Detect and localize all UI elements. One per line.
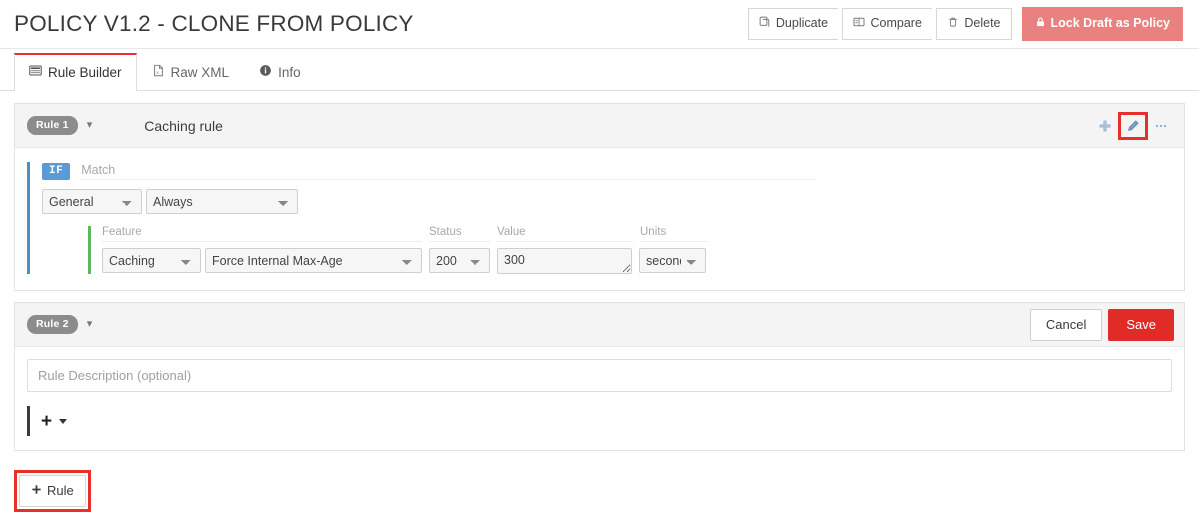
tab-rule-builder[interactable]: Rule Builder xyxy=(14,53,137,91)
units-label: Units xyxy=(640,226,708,242)
lock-button-label: Lock Draft as Policy xyxy=(1050,16,1171,31)
feature-category-select[interactable]: Caching xyxy=(102,248,201,273)
rule-2-badge: Rule 2 xyxy=(27,315,78,334)
lock-draft-as-policy-button[interactable]: Lock Draft as Policy xyxy=(1021,7,1183,41)
add-item-plus-icon[interactable]: + xyxy=(41,412,52,431)
condition-operator-select[interactable]: Always xyxy=(146,189,298,214)
add-rule-button[interactable]: Rule xyxy=(19,475,86,507)
plus-icon xyxy=(31,483,42,498)
rule-1-badge: Rule 1 xyxy=(27,116,78,135)
feature-status-select[interactable]: 200 xyxy=(429,248,490,273)
tab-info[interactable]: Info xyxy=(244,53,316,91)
feature-labels-row: Feature Status Value Units xyxy=(102,226,1172,242)
page-title: POLICY V1.2 - CLONE FROM POLICY xyxy=(14,11,414,36)
rule-1-title: Caching rule xyxy=(144,117,223,134)
rule-1-more-ellipsis-icon[interactable] xyxy=(1148,114,1174,138)
tab-info-label: Info xyxy=(278,64,301,80)
feature-value-input[interactable]: 300 xyxy=(497,248,632,274)
trash-icon xyxy=(947,16,959,31)
if-badge: IF xyxy=(42,162,71,180)
condition-scope-select[interactable]: General xyxy=(42,189,142,214)
feature-group: Feature Status Value Units Caching Force… xyxy=(88,226,1172,274)
lock-icon xyxy=(1035,16,1046,31)
feature-label: Feature xyxy=(102,226,422,242)
header-actions: Duplicate Compare Delete Lock Draft as P… xyxy=(747,7,1183,41)
rule-2-header: Rule 2 ▾ Cancel Save xyxy=(15,303,1184,347)
condition-controls-row: General Always xyxy=(42,189,1172,214)
add-rule-area: Rule xyxy=(0,462,1199,512)
delete-button[interactable]: Delete xyxy=(936,8,1012,40)
copy-icon xyxy=(759,16,771,31)
delete-button-label: Delete xyxy=(964,16,1001,31)
save-button[interactable]: Save xyxy=(1108,308,1174,341)
rule-builder-icon xyxy=(29,64,42,80)
duplicate-button[interactable]: Duplicate xyxy=(747,8,839,40)
rule-1-body: IF Match General Always Feature Status V… xyxy=(15,148,1184,290)
match-label: Match xyxy=(81,163,817,180)
status-label: Status xyxy=(429,226,490,242)
rules-content: Rule 1 ▾ Caching rule IF Match General A… xyxy=(0,91,1199,451)
if-label-row: IF Match xyxy=(42,162,1172,180)
page-header: POLICY V1.2 - CLONE FROM POLICY Duplicat… xyxy=(0,0,1199,49)
add-rule-button-label: Rule xyxy=(47,483,74,498)
rule-2-collapse-chevron-down-icon[interactable]: ▾ xyxy=(87,319,93,330)
rule-card-2: Rule 2 ▾ Cancel Save + xyxy=(14,302,1185,451)
tab-raw-xml[interactable]: x Raw XML xyxy=(137,53,245,91)
feature-action-select[interactable]: Force Internal Max-Age xyxy=(205,248,422,273)
compare-button[interactable]: Compare xyxy=(842,8,932,40)
tab-bar: Rule Builder x Raw XML Info xyxy=(0,49,1199,91)
compare-icon xyxy=(853,16,865,31)
if-condition-block: IF Match General Always Feature Status V… xyxy=(27,162,1172,274)
info-icon xyxy=(259,64,272,80)
duplicate-button-label: Duplicate xyxy=(775,16,829,31)
rule-description-input[interactable] xyxy=(27,359,1172,392)
rule-2-body: + xyxy=(15,347,1184,450)
add-item-dropdown-caret-icon[interactable] xyxy=(59,418,68,424)
feature-controls-row: Caching Force Internal Max-Age 200 300 s… xyxy=(102,248,1172,274)
cancel-button[interactable]: Cancel xyxy=(1029,308,1103,341)
tab-rule-builder-label: Rule Builder xyxy=(48,64,122,80)
add-condition-plus-icon[interactable] xyxy=(1092,114,1118,138)
compare-button-label: Compare xyxy=(870,16,922,31)
add-rule-annotation-box: Rule xyxy=(14,470,91,512)
tab-raw-xml-label: Raw XML xyxy=(170,64,230,80)
feature-units-select[interactable]: seconds xyxy=(639,248,706,273)
rule-2-header-buttons: Cancel Save xyxy=(1029,308,1174,341)
rule-card-1: Rule 1 ▾ Caching rule IF Match General A… xyxy=(14,103,1185,291)
xml-file-icon: x xyxy=(152,64,165,80)
header-button-group: Duplicate Compare Delete xyxy=(747,8,1012,40)
rule-2-add-row: + xyxy=(27,406,1172,436)
edit-rule-pencil-icon[interactable] xyxy=(1118,111,1148,140)
svg-text:x: x xyxy=(156,71,159,76)
rule-1-header: Rule 1 ▾ Caching rule xyxy=(15,104,1184,148)
rule-1-header-actions xyxy=(1092,111,1174,140)
rule-1-collapse-chevron-down-icon[interactable]: ▾ xyxy=(87,120,93,131)
value-label: Value xyxy=(497,226,633,242)
